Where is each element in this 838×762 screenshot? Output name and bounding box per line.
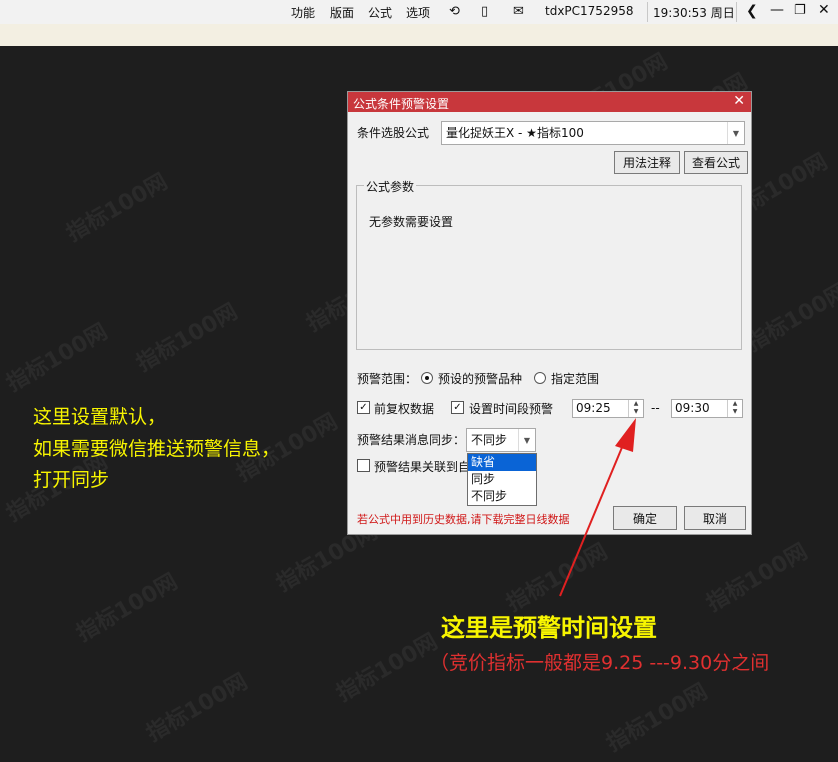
- annotation-time-sub: （竞价指标一般都是9.25 ---9.30分之间: [430, 652, 770, 674]
- annotation-left-line1: 这里设置默认，: [33, 406, 167, 428]
- annotation-time-title: 这里是预警时间设置: [441, 614, 657, 642]
- annotation-left-line2: 如果需要微信推送预警信息，: [33, 438, 281, 460]
- annotation-left-line3: 打开同步: [33, 469, 110, 491]
